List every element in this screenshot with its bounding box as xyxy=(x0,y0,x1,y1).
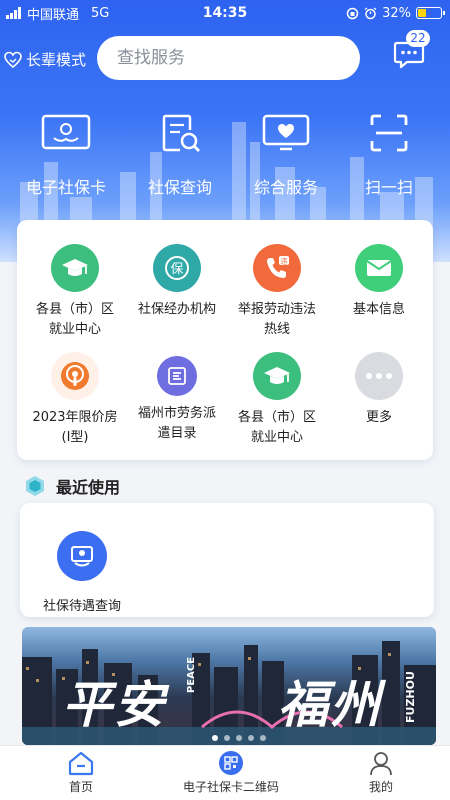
heart-outline-icon xyxy=(4,51,22,68)
carousel-dot[interactable] xyxy=(260,735,266,741)
carousel-dot[interactable] xyxy=(212,735,218,741)
quick-actions: 电子社保卡 社保查询 综合服务 扫一扫 xyxy=(0,112,450,202)
svg-text:保: 保 xyxy=(170,262,183,277)
service-label: 2023年限价房 xyxy=(32,410,118,425)
battery-percent: 32% xyxy=(382,5,411,21)
mail-icon xyxy=(355,244,403,292)
banner-en-left: PEACE xyxy=(186,656,197,693)
elder-mode-label: 长辈模式 xyxy=(26,51,87,69)
service-label: 福州市劳务派 xyxy=(137,406,216,421)
recent-title-label: 最近使用 xyxy=(56,478,121,497)
search-box[interactable] xyxy=(97,36,360,80)
service-label: 就业中心 xyxy=(250,430,303,445)
promo-banner[interactable]: 平安 PEACE 福州 FUZHOU xyxy=(22,627,436,745)
tab-home[interactable]: 首页 xyxy=(6,750,156,795)
tab-qr-code[interactable]: 电子社保卡二维码 xyxy=(156,750,306,795)
carousel-dot[interactable] xyxy=(248,735,254,741)
recent-benefit-query[interactable]: 社保待遇查询 xyxy=(36,531,128,614)
service-basic-info[interactable]: 基本信息 xyxy=(327,244,431,320)
carousel-dot[interactable] xyxy=(236,735,242,741)
elder-mode-button[interactable]: 长辈模式 xyxy=(4,49,86,70)
service-label: 更多 xyxy=(365,410,392,425)
hexagon-icon xyxy=(26,476,44,496)
service-more[interactable]: 更多 xyxy=(327,352,431,428)
service-label: 基本信息 xyxy=(352,302,405,317)
quick-scan[interactable]: 扫一扫 xyxy=(334,112,444,198)
phone-report-icon: 违 xyxy=(253,244,301,292)
graduation-cap-icon xyxy=(51,244,99,292)
service-grid: 各县（市）区 就业中心 保 社保经办机构 违 举报劳动违法 热线 基本信息 2023… xyxy=(17,220,433,460)
banner-title-left: 平安 xyxy=(62,676,166,734)
benefit-query-icon xyxy=(57,531,107,581)
home-icon xyxy=(68,751,94,776)
social-card-icon xyxy=(41,114,91,150)
search-document-icon xyxy=(162,114,200,152)
service-label: 就业中心 xyxy=(48,322,101,337)
service-social-agency[interactable]: 保 社保经办机构 xyxy=(125,244,229,320)
message-badge: 22 xyxy=(406,30,430,47)
quick-label: 社保查询 xyxy=(147,178,212,197)
orientation-lock-icon xyxy=(346,7,359,19)
quick-general-service[interactable]: 综合服务 xyxy=(231,112,341,198)
recent-item-label: 社保待遇查询 xyxy=(42,599,121,614)
service-price-limited-housing[interactable]: 2023年限价房 (I型) xyxy=(23,352,127,448)
service-labor-dispatch[interactable]: 福州市劳务派 遣目录 xyxy=(125,352,229,444)
service-employment-center-2[interactable]: 各县（市）区 就业中心 xyxy=(225,352,329,448)
service-label: 社保经办机构 xyxy=(137,302,216,317)
dispatch-icon xyxy=(157,356,197,396)
quick-social-card[interactable]: 电子社保卡 xyxy=(11,112,121,198)
service-label: 举报劳动违法 xyxy=(237,302,316,317)
carousel-dots[interactable] xyxy=(212,735,266,741)
search-input[interactable] xyxy=(117,48,337,68)
tab-profile[interactable]: 我的 xyxy=(306,750,450,795)
qr-code-icon xyxy=(219,751,243,775)
quick-label: 电子社保卡 xyxy=(25,178,106,197)
heart-screen-icon xyxy=(262,114,310,151)
tab-label: 我的 xyxy=(368,780,393,794)
recent-section-title: 最近使用 xyxy=(24,474,120,498)
more-dots-icon xyxy=(355,352,403,400)
banner-title-right: 福州 xyxy=(278,676,382,734)
recent-card: 社保待遇查询 xyxy=(20,503,434,617)
tab-label: 首页 xyxy=(68,780,93,794)
alarm-icon xyxy=(364,6,377,19)
service-label: (I型) xyxy=(61,430,89,445)
quick-label: 扫一扫 xyxy=(364,178,413,197)
carousel-dot[interactable] xyxy=(224,735,230,741)
service-employment-center[interactable]: 各县（市）区 就业中心 xyxy=(23,244,127,340)
scan-icon xyxy=(370,114,408,152)
service-label: 各县（市）区 xyxy=(35,302,114,317)
graduation-cap-icon xyxy=(253,352,301,400)
bao-badge-icon: 保 xyxy=(153,244,201,292)
status-bar: 中国联通 5G 14:35 32% xyxy=(0,0,450,26)
service-report-hotline[interactable]: 违 举报劳动违法 热线 xyxy=(225,244,329,340)
tab-bar: 首页 电子社保卡二维码 我的 xyxy=(0,745,450,800)
podcast-icon xyxy=(51,352,99,400)
battery-icon xyxy=(416,7,445,19)
service-label: 热线 xyxy=(263,322,290,337)
quick-label: 综合服务 xyxy=(253,178,318,197)
svg-text:违: 违 xyxy=(281,258,288,266)
banner-en-right: FUZHOU xyxy=(404,671,417,723)
profile-icon xyxy=(370,752,392,776)
service-label: 各县（市）区 xyxy=(237,410,316,425)
tab-label: 电子社保卡二维码 xyxy=(182,780,279,794)
quick-social-query[interactable]: 社保查询 xyxy=(125,112,235,198)
service-label: 遣目录 xyxy=(157,426,197,441)
